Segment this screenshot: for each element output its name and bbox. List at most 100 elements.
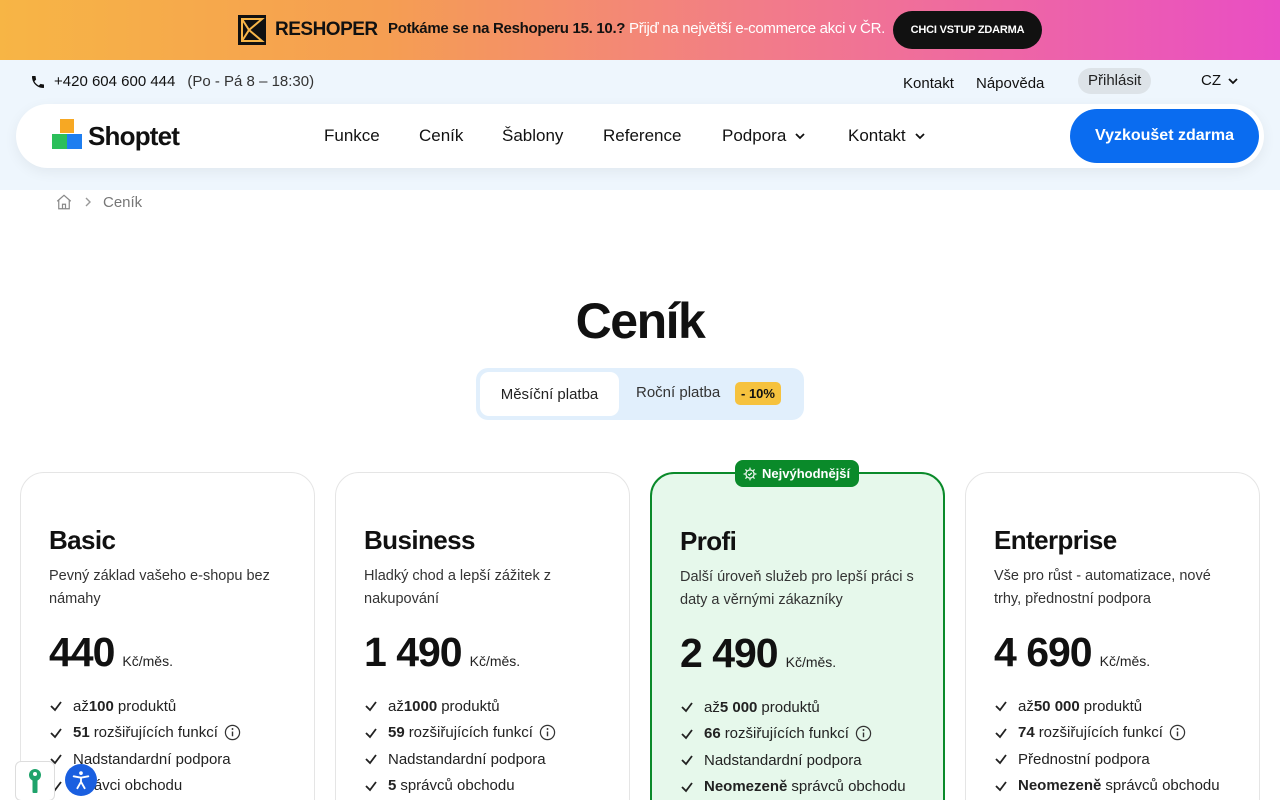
top-link-help[interactable]: Nápověda — [976, 71, 1044, 97]
billing-monthly-tab[interactable]: Měsíční platba — [480, 372, 619, 416]
feature-item: 66 rozšiřujících funkcí — [680, 721, 906, 748]
language-selector[interactable]: CZ — [1201, 68, 1239, 94]
nav-item-label: Funkce — [324, 126, 380, 145]
promo-banner: RESHOPER Potkáme se na Reshoperu 15. 10.… — [0, 0, 1280, 60]
promo-text-rest: Přijď na největší e-commerce akci v ČR. — [625, 20, 885, 37]
feature-value: 5 — [388, 777, 397, 795]
feature-text: produktů — [761, 698, 820, 716]
nav-item-kontakt[interactable]: Kontakt — [848, 126, 926, 146]
feature-value: Neomezeně — [1018, 777, 1102, 795]
feature-item: Nadstandardní podpora — [364, 746, 556, 773]
feature-text: produktů — [117, 697, 177, 715]
nav-item-label: Ceník — [419, 126, 464, 145]
plan-name: Basic — [49, 525, 116, 555]
feature-item: 51 rozšiřujících funkcí — [49, 720, 241, 747]
nav-item-label: Podpora — [722, 126, 787, 145]
feature-text: rozšiřujících funkcí — [724, 725, 849, 743]
check-icon — [994, 779, 1018, 793]
feature-text: produktů — [441, 697, 500, 715]
promo-cta-button[interactable]: CHCI VSTUP ZDARMA — [893, 11, 1042, 49]
plan-price: 2 490 Kč/měs. — [680, 630, 836, 677]
shoptet-wordmark: Shoptet — [88, 121, 180, 151]
try-free-button[interactable]: Vyzkoušet zdarma — [1070, 109, 1259, 163]
page-title: Ceník — [575, 293, 706, 349]
info-icon[interactable] — [224, 724, 241, 741]
check-icon — [680, 753, 704, 767]
shoptet-logo[interactable]: Shoptet — [52, 119, 180, 151]
feature-prefix: až — [1018, 697, 1034, 715]
reshoper-mark-icon — [238, 15, 266, 45]
billing-yearly-tab[interactable]: Roční platba — [636, 384, 720, 401]
feature-text: správců obchodu — [791, 778, 906, 796]
feature-text: Nadstandardní podpora — [73, 750, 231, 768]
chevron-down-icon — [1228, 78, 1238, 85]
plan-price-value: 4 690 — [994, 629, 1093, 675]
feature-prefix: až — [704, 698, 720, 716]
nav-item-reference[interactable]: Reference — [603, 126, 681, 146]
nav-item-label: Reference — [603, 126, 682, 145]
info-icon[interactable] — [539, 724, 556, 741]
feature-value: 51 — [73, 724, 90, 742]
feature-item: až 1000 produktů — [364, 693, 556, 720]
nav-item-label: Kontakt — [848, 126, 906, 145]
plan-price: 4 690 Kč/měs. — [994, 629, 1150, 676]
info-icon[interactable] — [855, 725, 872, 742]
badge-gear-icon — [743, 467, 757, 480]
feature-text: rozšiřujících funkcí — [408, 724, 533, 742]
check-icon — [680, 700, 704, 714]
feature-item: 59 rozšiřujících funkcí — [364, 720, 556, 747]
plan-name: Profi — [680, 526, 737, 556]
feature-text: Přednostní podpora — [1018, 750, 1150, 768]
nav-item-label: Šablony — [502, 126, 564, 145]
billing-toggle: Měsíční platba Roční platba - 10% — [476, 368, 804, 420]
cookie-settings-button[interactable] — [15, 761, 55, 800]
feature-value: 50 000 — [1033, 697, 1080, 715]
feature-prefix: až — [73, 697, 89, 715]
check-icon — [994, 726, 1018, 740]
feature-text: správců obchodu — [400, 777, 515, 795]
plan-price-unit: Kč/měs. — [122, 653, 173, 669]
feature-text: rozšiřujících funkcí — [93, 724, 218, 742]
feature-value: 5 000 — [719, 698, 758, 716]
best-value-badge: Nejvýhodnější — [735, 460, 860, 487]
feature-value: 66 — [704, 725, 721, 743]
accessibility-icon — [72, 771, 90, 790]
feature-item: 5 správců obchodu — [364, 773, 556, 800]
feature-text: produktů — [1083, 697, 1143, 715]
promo-text-bold: Potkáme se na Reshoperu 15. 10.? — [388, 20, 626, 37]
nav-item-cenik[interactable]: Ceník — [419, 126, 463, 146]
login-button[interactable]: Přihlásit — [1078, 68, 1152, 94]
feature-item: až 5 000 produktů — [680, 694, 906, 721]
plan-name: Enterprise — [994, 525, 1117, 555]
plan-card-basic: Basic Pevný základ vašeho e-shopu bez ná… — [20, 472, 315, 800]
reshoper-brand: RESHOPER — [275, 19, 378, 40]
plan-name: Business — [364, 525, 475, 555]
language-label: CZ — [1201, 72, 1221, 89]
feature-item: až 100 produktů — [49, 693, 241, 720]
info-icon[interactable] — [1169, 724, 1186, 741]
nav-item-podpora[interactable]: Podpora — [722, 126, 806, 146]
best-value-label: Nejvýhodnější — [762, 466, 851, 481]
plan-price-value: 2 490 — [680, 630, 779, 676]
home-icon[interactable] — [55, 193, 73, 211]
feature-text: správců obchodu — [1105, 777, 1220, 795]
reshoper-logo[interactable]: RESHOPER — [237, 14, 378, 46]
top-link-contact[interactable]: Kontakt — [903, 71, 954, 97]
check-icon — [364, 726, 388, 740]
nav-item-funkce[interactable]: Funkce — [324, 126, 380, 146]
feature-item: Neomezeně správců obchodu — [994, 773, 1220, 800]
plan-description: Pevný základ vašeho e-shopu bez námahy — [49, 568, 270, 607]
check-icon — [364, 779, 388, 793]
phone-hours: (Po - Pá 8 – 18:30) — [187, 73, 315, 90]
plan-description: Další úroveň služeb pro lepší práci s da… — [680, 569, 914, 608]
accessibility-button[interactable] — [65, 764, 97, 796]
plan-price-unit: Kč/měs. — [469, 653, 521, 669]
feature-value: 59 — [388, 724, 405, 742]
check-icon — [994, 752, 1018, 766]
plan-price-unit: Kč/měs. — [785, 654, 837, 670]
nav-item-sablony[interactable]: Šablony — [502, 126, 563, 146]
phone-contact[interactable]: +420 604 600 444 (Po - Pá 8 – 18:30) — [30, 73, 314, 90]
feature-prefix: až — [388, 697, 404, 715]
plan-card-business: Business Hladký chod a lepší zážitek z n… — [335, 472, 630, 800]
plan-features: až 1000 produktů 59 rozšiřujících funkcí N… — [364, 693, 556, 799]
